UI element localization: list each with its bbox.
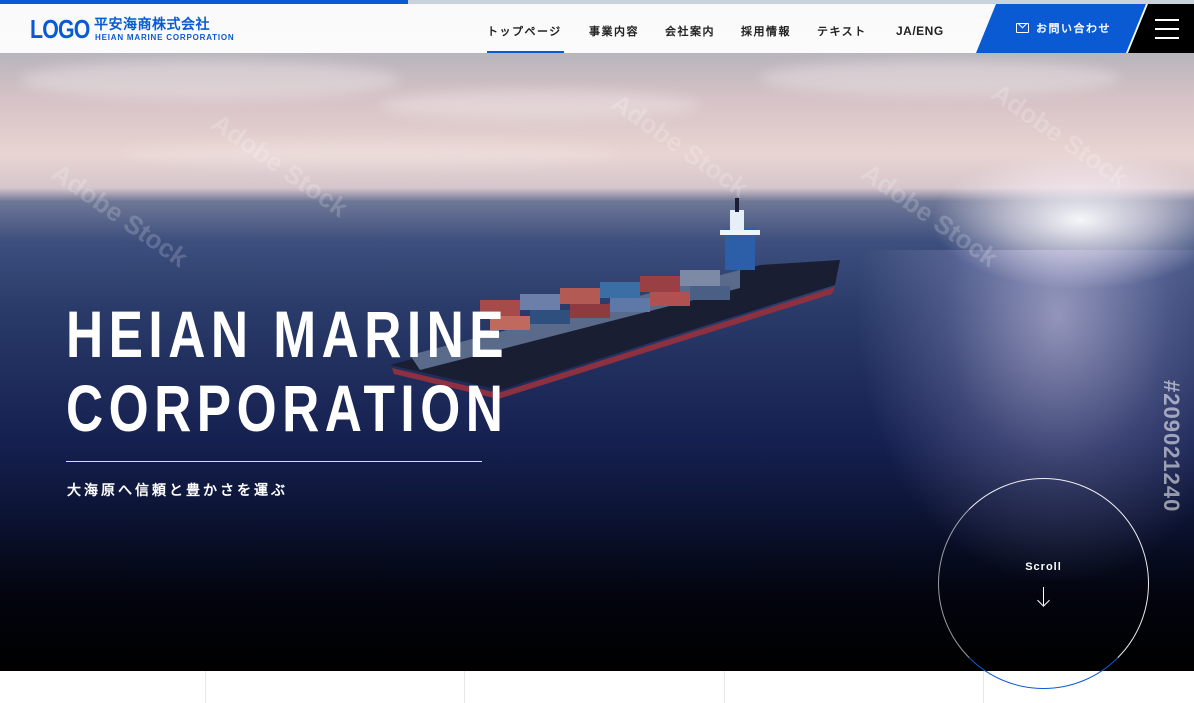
logo[interactable]: LOGO xyxy=(30,14,90,45)
nav-item-text[interactable]: テキスト xyxy=(817,23,867,39)
hamburger-icon xyxy=(1155,19,1179,21)
mail-icon xyxy=(1016,23,1029,33)
contact-button[interactable]: お問い合わせ xyxy=(976,4,1146,53)
cloud xyxy=(20,60,400,100)
language-switch[interactable]: JA/ENG xyxy=(896,24,944,38)
hero-subtitle: 大海原へ信頼と豊かさを運ぶ xyxy=(67,483,288,499)
top-accent-bar xyxy=(0,0,1194,4)
nav-item-recruit[interactable]: 採用情報 xyxy=(741,23,791,39)
watermark: Adobe Stock xyxy=(46,157,194,273)
divider xyxy=(464,671,465,703)
side-code-text: #209021240 xyxy=(1159,380,1184,513)
company-name-jp[interactable]: 平安海商株式会社 xyxy=(94,14,210,34)
scroll-button[interactable]: Scroll xyxy=(938,478,1149,689)
site-header: LOGO 平安海商株式会社 HEIAN MARINE CORPORATION ト… xyxy=(0,4,1194,53)
divider xyxy=(724,671,725,703)
company-name-en[interactable]: HEIAN MARINE CORPORATION xyxy=(95,33,235,42)
hamburger-icon xyxy=(1155,37,1179,39)
contact-label: お問い合わせ xyxy=(1036,22,1111,35)
scroll-label: Scroll xyxy=(1025,561,1062,573)
nav-item-company[interactable]: 会社案内 xyxy=(665,23,715,39)
cloud xyxy=(760,60,1120,96)
divider xyxy=(983,671,984,703)
divider xyxy=(205,671,206,703)
hero-title-line2: CORPORATION xyxy=(66,371,509,445)
hamburger-icon xyxy=(1155,28,1179,30)
hero-title: HEIAN MARINE CORPORATION xyxy=(66,297,509,445)
nav-item-business[interactable]: 事業内容 xyxy=(589,23,639,39)
nav-item-top[interactable]: トップページ xyxy=(487,23,564,53)
arrow-down-icon xyxy=(1043,587,1045,605)
cloud xyxy=(120,140,620,168)
hero-title-line1: HEIAN MARINE xyxy=(66,297,510,371)
hero-divider xyxy=(66,461,482,462)
